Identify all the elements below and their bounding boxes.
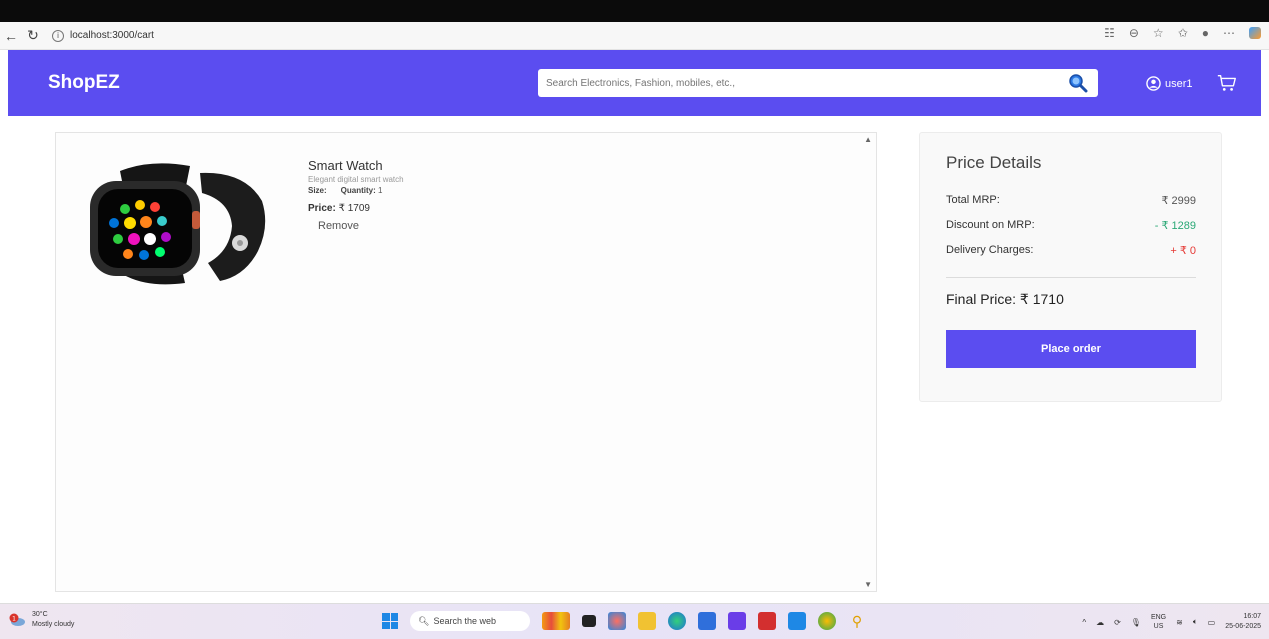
chrome-icon[interactable] — [818, 612, 836, 630]
volume-icon[interactable]: 🔈︎ — [1193, 617, 1198, 627]
taskbar-apps: 🔍︎ Search the web ⚲ — [382, 611, 866, 631]
system-tray: ^ ☁ ⟳ 🎙︎ ENG US ≋ 🔈︎ ▭ 16:07 25-06-2025 — [1082, 612, 1261, 632]
total-mrp-value: ₹ 2999 — [1161, 195, 1196, 207]
task-view-icon[interactable] — [582, 615, 596, 627]
clock-time: 16:07 — [1243, 613, 1261, 620]
scroll-up-arrow-icon[interactable]: ▲ — [864, 135, 872, 144]
taskbar: 1 30°C Mostly cloudy 🔍︎ Search the web ⚲… — [0, 603, 1269, 639]
search-input[interactable] — [538, 69, 1058, 97]
widgets-icon[interactable] — [542, 612, 570, 630]
weather-temp: 30°C — [32, 611, 48, 618]
cloud-tray-icon[interactable]: ☁ — [1096, 618, 1104, 627]
edge-browser-icon[interactable] — [668, 612, 686, 630]
reader-mode-icon[interactable]: ☷ — [1104, 26, 1115, 40]
back-icon[interactable]: ← — [0, 25, 22, 47]
total-mrp-row: Total MRP: ₹ 2999 — [946, 194, 1196, 207]
price-value: ₹ 1709 — [338, 203, 370, 214]
lang-bottom: US — [1153, 623, 1164, 630]
svg-text:1: 1 — [12, 616, 16, 623]
search-bar — [538, 69, 1098, 97]
address-bar[interactable]: i localhost:3000/cart — [52, 26, 272, 46]
cart-icon[interactable] — [1216, 72, 1238, 94]
user-icon — [1146, 76, 1161, 91]
app-icon[interactable] — [728, 612, 746, 630]
info-icon[interactable]: i — [52, 29, 64, 42]
taskbar-search[interactable]: 🔍︎ Search the web — [410, 611, 530, 631]
taskbar-search-label: Search the web — [433, 616, 496, 626]
mcafee-icon[interactable] — [758, 612, 776, 630]
discount-label: Discount on MRP: — [946, 219, 1035, 231]
browser-actions: ☷ ⊖ ☆ ✩ ● ⋯ — [1104, 26, 1261, 40]
windows-start-icon[interactable] — [382, 613, 398, 629]
taskbar-search-icon: 🔍︎ — [418, 615, 430, 626]
refresh-icon[interactable]: ↻ — [22, 25, 44, 47]
store-icon[interactable] — [698, 612, 716, 630]
final-price-value: ₹ 1710 — [1019, 291, 1064, 307]
product-image — [90, 163, 266, 285]
price-details-panel: Price Details Total MRP: ₹ 2999 Discount… — [919, 132, 1222, 402]
more-menu-icon[interactable]: ⋯ — [1223, 26, 1235, 40]
place-order-button[interactable]: Place order — [946, 330, 1196, 368]
username: user1 — [1165, 77, 1193, 90]
battery-icon[interactable]: ▭ — [1208, 618, 1216, 627]
delivery-row: Delivery Charges: + ₹ 0 — [946, 244, 1196, 257]
vscode-icon[interactable] — [788, 612, 806, 630]
logo[interactable]: ShopEZ — [48, 72, 120, 94]
language-indicator[interactable]: ENG US — [1151, 613, 1166, 631]
cloud-icon: 1 — [9, 613, 25, 626]
app-header: ShopEZ user1 — [8, 50, 1261, 116]
price-details-title: Price Details — [946, 153, 1042, 172]
remove-button[interactable]: Remove — [318, 220, 359, 232]
product-title[interactable]: Smart Watch — [308, 158, 404, 173]
discount-row: Discount on MRP: - ₹ 1289 — [946, 219, 1196, 232]
product-meta: Size: Quantity: 1 — [308, 186, 404, 195]
wifi-icon[interactable]: ≋ — [1176, 618, 1183, 627]
final-price: Final Price: ₹ 1710 — [946, 291, 1064, 308]
favorites-list-icon[interactable]: ✩ — [1178, 26, 1188, 40]
price-label: Price: — [308, 203, 336, 214]
weather-widget[interactable]: 1 30°C Mostly cloudy — [8, 610, 74, 630]
delivery-value: + ₹ 0 — [1170, 245, 1196, 257]
mic-icon[interactable]: 🎙︎ — [1131, 618, 1141, 627]
copilot-icon[interactable] — [1249, 27, 1261, 39]
delivery-label: Delivery Charges: — [946, 244, 1034, 256]
total-mrp-label: Total MRP: — [946, 194, 1000, 206]
divider — [946, 277, 1196, 278]
user-menu[interactable]: user1 — [1146, 76, 1193, 91]
clock-date: 25-06-2025 — [1225, 623, 1261, 630]
quantity-label: Quantity: — [340, 186, 376, 195]
url-text: localhost:3000/cart — [70, 30, 154, 41]
browser-toolbar: ← ↻ i localhost:3000/cart ☷ ⊖ ☆ ✩ ● ⋯ — [0, 22, 1269, 50]
favorite-star-icon[interactable]: ☆ — [1153, 26, 1164, 40]
sync-icon[interactable]: ⟳ — [1114, 618, 1121, 627]
product-info: Smart Watch Elegant digital smart watch … — [308, 158, 404, 234]
quantity-value: 1 — [378, 186, 383, 195]
final-price-label: Final Price: — [946, 291, 1017, 307]
clock[interactable]: 16:07 25-06-2025 — [1225, 612, 1261, 632]
profile-icon[interactable]: ● — [1202, 26, 1209, 40]
product-price: Price: ₹ 1709 — [308, 203, 404, 214]
scroll-down-arrow-icon[interactable]: ▼ — [864, 580, 872, 589]
os-top-strip — [0, 0, 1269, 22]
file-explorer-icon[interactable] — [638, 612, 656, 630]
app-icon[interactable] — [608, 612, 626, 630]
lang-top: ENG — [1150, 614, 1167, 621]
size-label: Size: — [308, 186, 327, 195]
cart-items-panel: ▲ ▼ Smart Watch Elegant digital smart wa… — [55, 132, 877, 592]
zoom-icon[interactable]: ⊖ — [1129, 26, 1139, 40]
discount-value: - ₹ 1289 — [1154, 220, 1196, 232]
product-description: Elegant digital smart watch — [308, 175, 404, 184]
weather-desc: Mostly cloudy — [32, 621, 75, 628]
chevron-up-icon[interactable]: ^ — [1082, 618, 1086, 627]
app-icon[interactable]: ⚲ — [848, 612, 866, 630]
search-icon[interactable] — [1068, 73, 1088, 93]
